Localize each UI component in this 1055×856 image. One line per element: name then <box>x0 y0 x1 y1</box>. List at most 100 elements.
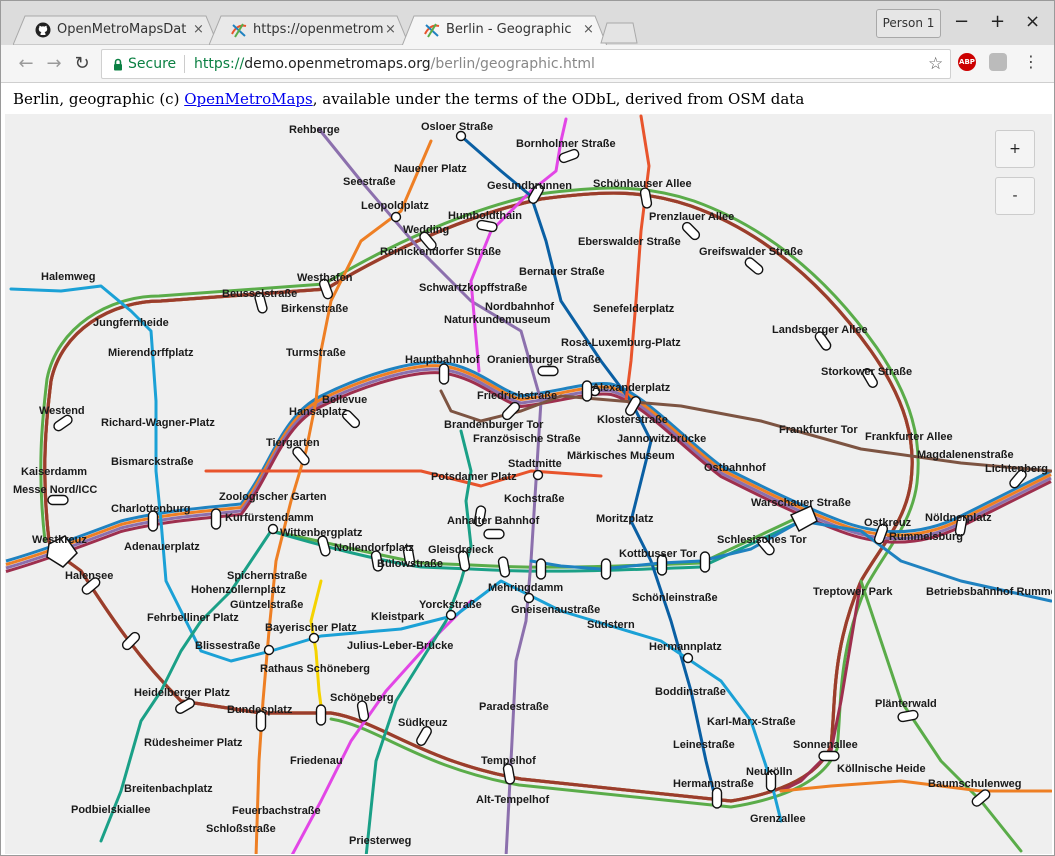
url-text[interactable]: https://demo.openmetromaps.org/berlin/ge… <box>194 56 595 72</box>
person-button[interactable]: Person 1 <box>876 9 941 38</box>
station-label[interactable]: Köllnische Heide <box>837 763 926 775</box>
station-label[interactable]: Bismarckstraße <box>111 456 194 468</box>
station-label[interactable]: Osloer Straße <box>421 121 493 133</box>
tab-close-icon[interactable]: × <box>193 22 204 37</box>
station-label[interactable]: Oranienburger Straße <box>487 354 601 366</box>
station-label[interactable]: Grenzallee <box>750 813 806 825</box>
station-label[interactable]: Kochstraße <box>504 493 565 505</box>
forward-icon[interactable]: → <box>43 53 65 75</box>
back-icon[interactable]: ← <box>15 53 37 75</box>
station-label[interactable]: Birkenstraße <box>281 303 348 315</box>
station-label[interactable]: Storkower Straße <box>821 366 912 378</box>
station-label[interactable]: Westhafen <box>297 272 353 284</box>
station-label[interactable]: Priesterweg <box>349 835 411 847</box>
address-bar[interactable]: Secure https://demo.openmetromaps.org/be… <box>101 49 951 79</box>
station-label[interactable]: Rehberge <box>289 124 340 136</box>
station-label[interactable]: Rummelsburg <box>889 531 963 543</box>
station-label[interactable]: Humboldthain <box>448 210 522 222</box>
station-label[interactable]: Charlottenburg <box>111 503 190 515</box>
station-label[interactable]: Französische Straße <box>473 433 581 445</box>
zoom-in-button[interactable]: + <box>995 130 1035 168</box>
extension-icon[interactable] <box>989 53 1007 71</box>
tab-berlin-geographic[interactable]: Berlin - Geographic × <box>402 15 607 46</box>
station-label[interactable]: Leopoldplatz <box>361 200 429 212</box>
station-marker[interactable] <box>581 380 593 402</box>
reload-icon[interactable]: ↻ <box>71 53 93 75</box>
tab-openmetromapsdata[interactable]: OpenMetroMapsData × <box>13 15 218 45</box>
tab-close-icon[interactable]: × <box>385 22 396 37</box>
station-label[interactable]: Feuerbachstraße <box>232 805 321 817</box>
station-marker[interactable] <box>445 609 457 621</box>
station-label[interactable]: Jannowitzbrücke <box>617 433 706 445</box>
station-label[interactable]: Westkreuz <box>32 534 87 546</box>
station-label[interactable]: Baumschulenweg <box>928 778 1022 790</box>
station-label[interactable]: Hohenzollernplatz <box>191 584 286 596</box>
station-marker[interactable] <box>523 592 535 604</box>
tab-openmetromaps[interactable]: https://openmetromaps × <box>209 15 409 45</box>
station-label[interactable]: Paradestraße <box>479 701 549 713</box>
station-label[interactable]: Eberswalder Straße <box>578 236 681 248</box>
station-label[interactable]: Märkisches Museum <box>567 450 675 462</box>
station-label[interactable]: Südstern <box>587 619 635 631</box>
station-label[interactable]: Treptower Park <box>813 586 893 598</box>
station-label[interactable]: Gneisenaustraße <box>511 604 600 616</box>
station-marker[interactable] <box>682 652 694 664</box>
station-label[interactable]: Kottbusser Tor <box>619 548 698 560</box>
zoom-out-button[interactable]: - <box>995 177 1035 215</box>
station-label[interactable]: Heidelberger Platz <box>134 687 230 699</box>
station-label[interactable]: Schönhauser Allee <box>593 178 692 190</box>
station-label[interactable]: Senefelderplatz <box>593 303 675 315</box>
new-tab-button[interactable] <box>599 21 639 45</box>
station-label[interactable]: Turmstraße <box>286 347 346 359</box>
station-label[interactable]: Spichernstraße <box>227 570 307 582</box>
station-label[interactable]: Frankfurter Allee <box>865 431 953 443</box>
station-label[interactable]: Mehringdamm <box>488 582 563 594</box>
station-label[interactable]: Rathaus Schöneberg <box>260 663 370 675</box>
station-label[interactable]: Hansaplatz <box>289 406 348 418</box>
station-label[interactable]: Messe Nord/ICC <box>13 484 97 496</box>
station-label[interactable]: Kaiserdamm <box>21 466 87 478</box>
station-marker[interactable] <box>315 704 327 726</box>
station-label[interactable]: Nollendorfplatz <box>334 542 415 554</box>
station-label[interactable]: Anhalter Bahnhof <box>447 515 540 527</box>
station-label[interactable]: Magdalenenstraße <box>917 449 1014 461</box>
station-label[interactable]: Reinickendorfer Straße <box>380 246 501 258</box>
station-label[interactable]: Moritzplatz <box>596 513 654 525</box>
station-marker[interactable] <box>558 148 580 164</box>
station-label[interactable]: Bernauer Straße <box>519 266 605 278</box>
station-label[interactable]: Bundesplatz <box>227 704 293 716</box>
station-label[interactable]: Plänterwald <box>875 698 937 710</box>
station-marker[interactable] <box>743 256 764 276</box>
station-label[interactable]: Jungfernheide <box>93 317 169 329</box>
station-marker[interactable] <box>537 365 559 377</box>
station-label[interactable]: Gleisdreieck <box>428 544 494 556</box>
station-marker[interactable] <box>532 469 544 481</box>
station-label[interactable]: Bellevue <box>322 394 367 406</box>
station-label[interactable]: Podbielskiallee <box>71 804 150 816</box>
station-label[interactable]: Rüdesheimer Platz <box>144 737 243 749</box>
station-label[interactable]: Frankfurter Tor <box>779 424 858 436</box>
station-label[interactable]: Brandenburger Tor <box>444 419 544 431</box>
browser-menu-icon[interactable]: ⋮ <box>1023 52 1039 71</box>
station-label[interactable]: Halensee <box>65 570 113 582</box>
station-label[interactable]: Alt-Tempelhof <box>476 794 549 806</box>
station-marker[interactable] <box>535 558 547 580</box>
station-label[interactable]: Naturkundemuseum <box>444 314 551 326</box>
station-marker[interactable] <box>308 632 320 644</box>
station-label[interactable]: Fehrbelliner Platz <box>147 612 239 624</box>
station-label[interactable]: Ostkreuz <box>864 517 912 529</box>
station-marker[interactable] <box>711 787 723 809</box>
openmetromaps-link[interactable]: OpenMetroMaps <box>184 90 313 108</box>
station-label[interactable]: Klosterstraße <box>597 414 668 426</box>
station-label[interactable]: Kleistpark <box>371 611 425 623</box>
station-label[interactable]: Schlesisches Tor <box>717 534 807 546</box>
station-label[interactable]: Richard-Wagner-Platz <box>101 417 215 429</box>
station-label[interactable]: Nöldnerplatz <box>925 512 992 524</box>
station-label[interactable]: Friedenau <box>290 755 343 767</box>
station-marker[interactable] <box>47 494 69 506</box>
station-label[interactable]: Nauener Platz <box>394 163 467 175</box>
station-label[interactable]: Rosa-Luxemburg-Platz <box>561 337 681 349</box>
station-label[interactable]: Wittenbergplatz <box>280 527 363 539</box>
station-label[interactable]: Hauptbahnhof <box>405 354 480 366</box>
station-label[interactable]: Yorckstraße <box>419 599 482 611</box>
